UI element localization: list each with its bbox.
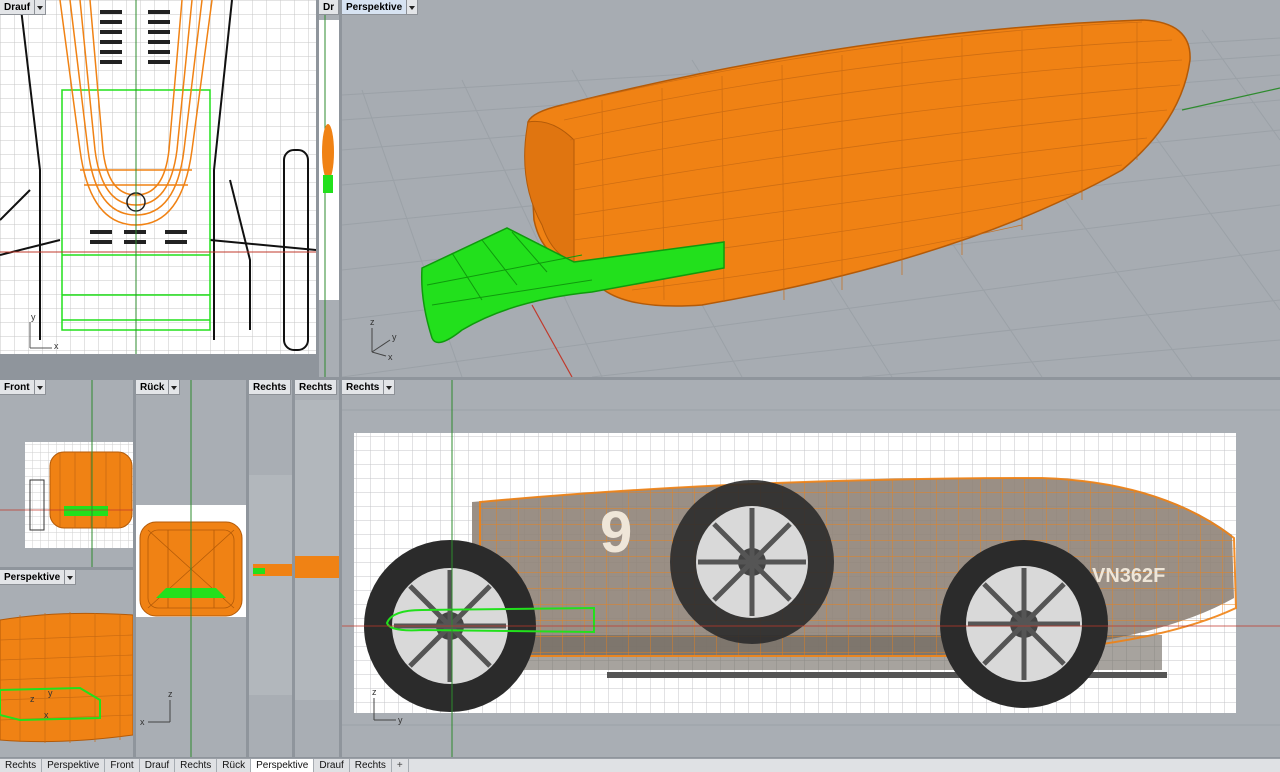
viewport-rechts-main[interactable]: Rechts 9 VN362F z y [342, 380, 1280, 757]
axis-label-z: z [30, 694, 35, 704]
tab-rueck[interactable]: Rück [217, 759, 252, 772]
viewport-title-rechts-b[interactable]: Rechts [295, 380, 338, 395]
axis-label-x: x [388, 352, 393, 362]
viewport-rechts-a[interactable]: Rechts [249, 380, 292, 757]
viewport-drauf[interactable]: Drauf y x [0, 0, 316, 354]
car-plate: VN362F [1092, 565, 1165, 587]
tab-drauf[interactable]: Drauf [140, 759, 176, 772]
drauf-small-canvas [319, 0, 339, 377]
perspektive-canvas: z y x [342, 19, 1280, 377]
viewport-title-perspektive[interactable]: Perspektive [342, 0, 419, 15]
tab-perspektive[interactable]: Perspektive [42, 759, 106, 772]
axis-label-z: z [370, 317, 375, 327]
viewport-label[interactable]: Drauf [0, 0, 36, 15]
viewport-title-perspektive-small[interactable]: Perspektive [0, 570, 77, 585]
axis-label-x: x [140, 717, 145, 727]
wheel-rear [940, 540, 1108, 708]
viewport-title-front[interactable]: Front [0, 380, 46, 395]
rueck-canvas: x z [136, 380, 246, 757]
viewport-front[interactable]: Front [0, 380, 133, 567]
tab-rechts[interactable]: Rechts [0, 759, 43, 772]
axis-label-z: z [372, 687, 377, 697]
viewport-menu-arrow-icon[interactable] [384, 380, 396, 395]
viewport-menu-arrow-icon[interactable] [169, 380, 181, 395]
axis-label-y: y [31, 312, 36, 322]
viewport-label[interactable]: Perspektive [0, 570, 66, 585]
axis-label-y: y [398, 715, 403, 725]
tab-front[interactable]: Front [105, 759, 140, 772]
tab-perspektive-active[interactable]: Perspektive [251, 759, 315, 772]
viewport-menu-arrow-icon[interactable] [65, 570, 77, 585]
wheel-rear-mid [670, 480, 834, 644]
axis-label-y: y [392, 332, 397, 342]
viewport-label[interactable]: Dr [319, 0, 339, 15]
rechts-a-canvas [249, 475, 292, 695]
viewport-menu-arrow-icon[interactable] [407, 0, 419, 15]
viewport-title-drauf-small[interactable]: Dr [319, 0, 339, 15]
viewport-rechts-b[interactable]: Rechts [295, 380, 339, 757]
viewport-drauf-small[interactable]: Dr [319, 0, 339, 377]
tab-drauf[interactable]: Drauf [314, 759, 350, 772]
rechts-canvas: 9 VN362F z y [342, 380, 1280, 757]
viewport-title-rechts-a[interactable]: Rechts [249, 380, 292, 395]
add-tab-button[interactable]: + [392, 759, 409, 772]
viewport-title-rueck[interactable]: Rück [136, 380, 181, 395]
viewport-label[interactable]: Front [0, 380, 35, 395]
viewport-label[interactable]: Rechts [342, 380, 385, 395]
viewport-title-drauf[interactable]: Drauf [0, 0, 47, 15]
axis-label-x: x [54, 341, 59, 351]
viewport-perspektive[interactable]: Perspektive z y x [342, 0, 1280, 377]
axis-label-z: z [168, 689, 173, 699]
viewport-label[interactable]: Rechts [249, 380, 292, 395]
viewport-label[interactable]: Rechts [295, 380, 338, 395]
viewport-menu-arrow-icon[interactable] [35, 0, 47, 15]
viewport-label[interactable]: Rück [136, 380, 170, 395]
axis-label-x: x [44, 710, 49, 720]
axis-label-y: y [48, 688, 53, 698]
perspektive-small-canvas: z y x [0, 612, 133, 743]
viewport-menu-arrow-icon[interactable] [34, 380, 46, 395]
car-number: 9 [600, 500, 632, 565]
viewport-label[interactable]: Perspektive [342, 0, 408, 15]
rechts-b-canvas [295, 400, 339, 700]
viewport-perspektive-small[interactable]: Perspektive z y x [0, 570, 133, 757]
drauf-canvas: y x [0, 0, 316, 354]
viewport-title-rechts-main[interactable]: Rechts [342, 380, 396, 395]
front-canvas [0, 380, 133, 567]
viewport-tab-bar: Rechts Perspektive Front Drauf Rechts Rü… [0, 758, 1280, 772]
tab-rechts[interactable]: Rechts [350, 759, 392, 772]
tab-rechts[interactable]: Rechts [175, 759, 218, 772]
viewport-rueck[interactable]: Rück x z [136, 380, 246, 757]
